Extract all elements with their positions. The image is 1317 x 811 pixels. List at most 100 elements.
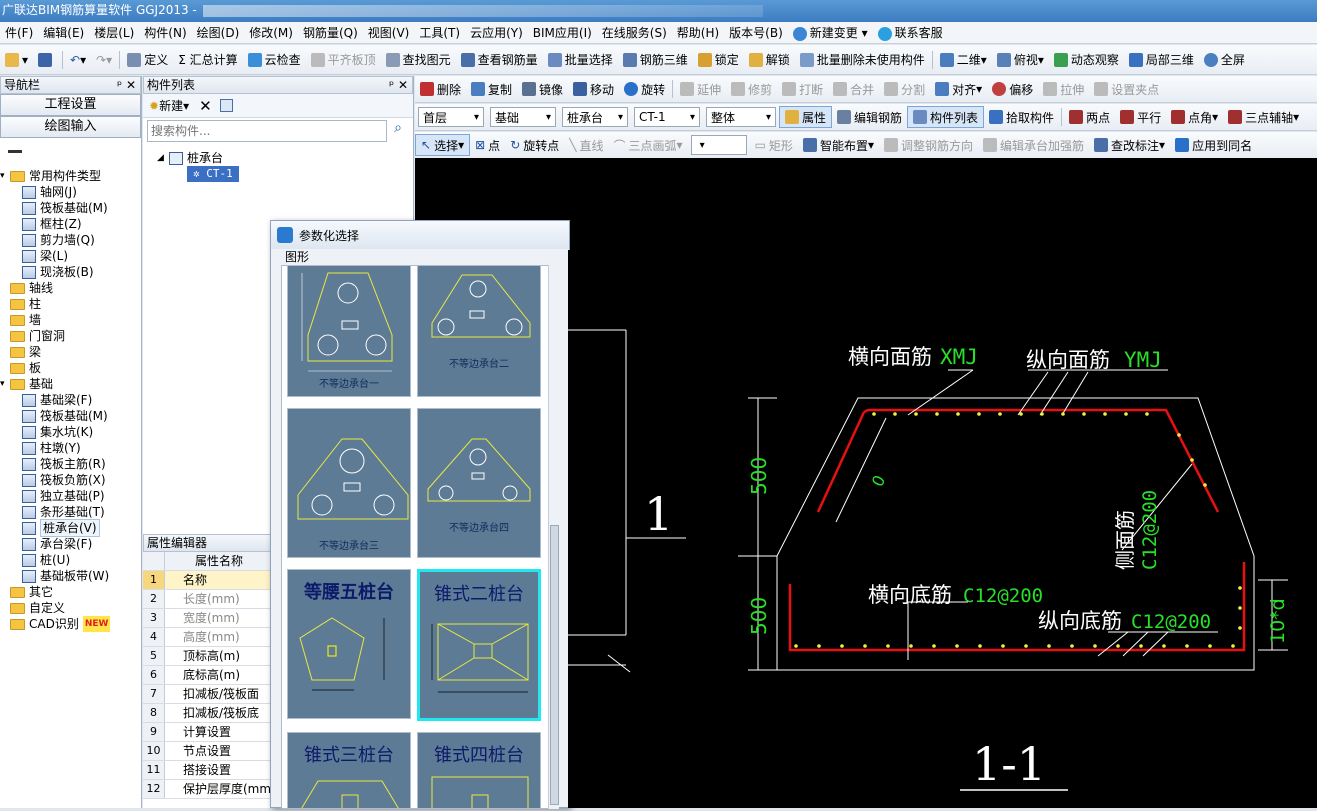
- point-button[interactable]: ⊠ 点: [470, 134, 505, 156]
- nav-item-pile[interactable]: 桩(U): [0, 552, 141, 568]
- nav-item-raft-main-rebar[interactable]: 筏板主筋(R): [0, 456, 141, 472]
- menu-contact[interactable]: 联系客服: [873, 24, 948, 41]
- break-button[interactable]: 打断: [777, 78, 828, 100]
- nav-folder-openings[interactable]: 门窗洞: [0, 328, 141, 344]
- nav-folder-slab[interactable]: 板: [0, 360, 141, 376]
- nav-item-foundation-strip[interactable]: 基础板带(W): [0, 568, 141, 584]
- extend-button[interactable]: 延伸: [675, 78, 726, 100]
- apply-same-name-button[interactable]: 应用到同名: [1170, 134, 1257, 156]
- property-row[interactable]: 1 名称: [143, 571, 271, 590]
- component-list-button[interactable]: 构件列表: [907, 106, 985, 128]
- tree-node-pile-cap[interactable]: ◢ 桩承台: [157, 150, 413, 166]
- lock-button[interactable]: 锁定: [693, 49, 744, 71]
- set-grip-button[interactable]: 设置夹点: [1089, 78, 1164, 100]
- find-element-button[interactable]: 查找图元: [381, 49, 456, 71]
- parallel-button[interactable]: 平行: [1115, 106, 1166, 128]
- point-angle-button[interactable]: 点角 ▾: [1166, 106, 1223, 128]
- view-rebar-qty-button[interactable]: 查看钢筋量: [456, 49, 543, 71]
- nav-item-frame-column[interactable]: 框柱(Z): [0, 216, 141, 232]
- unlock-button[interactable]: 解锁: [744, 49, 795, 71]
- two-points-button[interactable]: 两点: [1064, 106, 1115, 128]
- menu-edit[interactable]: 编辑(E): [38, 24, 89, 41]
- trim-button[interactable]: 修剪: [726, 78, 777, 100]
- rebar-3d-button[interactable]: 钢筋三维: [618, 49, 693, 71]
- type-select[interactable]: 桩承台: [562, 107, 628, 127]
- smart-layout-button[interactable]: 智能布置 ▾: [798, 134, 879, 156]
- shape-thumb-cone-two-pile[interactable]: 锥式二桩台: [417, 569, 541, 721]
- property-row[interactable]: 2 长度(mm): [143, 590, 271, 609]
- shape-thumb-uneven-cap-4[interactable]: 不等边承台四: [417, 408, 541, 558]
- project-settings-button[interactable]: 工程设置: [0, 94, 141, 116]
- menu-cloud[interactable]: 云应用(Y): [465, 24, 528, 41]
- offset-button[interactable]: 偏移: [987, 78, 1038, 100]
- nav-folder-wall[interactable]: 墙: [0, 312, 141, 328]
- new-component-button[interactable]: ✹新建▾: [149, 97, 189, 114]
- nav-item-axis-grid[interactable]: 轴网(J): [0, 184, 141, 200]
- nav-item-isolated-footing[interactable]: 独立基础(P): [0, 488, 141, 504]
- nav-item-raft-foundation-2[interactable]: 筏板基础(M): [0, 408, 141, 424]
- nav-folder-beam[interactable]: 梁: [0, 344, 141, 360]
- property-row[interactable]: 11 搭接设置: [143, 761, 271, 780]
- align-button[interactable]: 对齐 ▾: [930, 78, 987, 100]
- nav-folder-other[interactable]: 其它: [0, 584, 141, 600]
- menu-help[interactable]: 帮助(H): [672, 24, 724, 41]
- property-row[interactable]: 9 计算设置: [143, 723, 271, 742]
- arc-option-select[interactable]: [690, 135, 747, 155]
- property-row[interactable]: 3 宽度(mm): [143, 609, 271, 628]
- properties-button[interactable]: 属性: [779, 106, 833, 128]
- property-row[interactable]: 8 扣减板/筏板底: [143, 704, 271, 723]
- gallery-scrollbar[interactable]: [548, 265, 559, 809]
- nav-item-column-pier[interactable]: 柱墩(Y): [0, 440, 141, 456]
- menu-bim[interactable]: BIM应用(I): [528, 24, 597, 41]
- shape-thumb-cone-three-pile[interactable]: 锥式三桩台: [287, 732, 411, 808]
- mirror-button[interactable]: 镜像: [517, 78, 568, 100]
- menu-floor[interactable]: 楼层(L): [89, 24, 139, 41]
- nav-item-shear-wall[interactable]: 剪力墙(Q): [0, 232, 141, 248]
- view-2d-button[interactable]: 二维 ▾: [935, 49, 992, 71]
- nav-folder-cad[interactable]: CAD识别 NEW: [0, 616, 141, 632]
- menu-version[interactable]: 版本号(B): [724, 24, 788, 41]
- nav-item-sump-pit[interactable]: 集水坑(K): [0, 424, 141, 440]
- nav-folder-custom[interactable]: 自定义: [0, 600, 141, 616]
- fullscreen-button[interactable]: 全屏: [1199, 49, 1250, 71]
- property-row[interactable]: 7 扣减板/筏板面: [143, 685, 271, 704]
- align-slab-top-button[interactable]: 平齐板顶: [306, 49, 381, 71]
- nav-item-cast-slab[interactable]: 现浇板(B): [0, 264, 141, 280]
- define-button[interactable]: 定义: [122, 49, 173, 71]
- shape-thumb-uneven-cap-2[interactable]: 不等边承台二: [417, 266, 541, 397]
- undo-button[interactable]: ↶ ▾: [65, 49, 91, 71]
- merge-button[interactable]: 合并: [828, 78, 879, 100]
- nav-item-raft-neg-rebar[interactable]: 筏板负筋(X): [0, 472, 141, 488]
- three-point-arc-button[interactable]: ⌒ 三点画弧 ▾: [609, 134, 688, 156]
- nav-item-pile-cap[interactable]: 桩承台(V): [0, 519, 141, 537]
- search-icon[interactable]: ⌕: [387, 120, 409, 142]
- stretch-button[interactable]: 拉伸: [1038, 78, 1089, 100]
- nav-item-raft-foundation[interactable]: 筏板基础(M): [0, 200, 141, 216]
- check-annotation-button[interactable]: 查改标注 ▾: [1089, 134, 1170, 156]
- three-point-axis-button[interactable]: 三点辅轴 ▾: [1223, 106, 1304, 128]
- scope-select[interactable]: 整体: [706, 107, 776, 127]
- tree-node-ct1[interactable]: ✲ CT-1: [157, 166, 413, 182]
- adjust-rebar-dir-button[interactable]: 调整钢筋方向: [879, 134, 978, 156]
- shape-thumb-uneven-cap-3[interactable]: 不等边承台三: [287, 408, 411, 558]
- nav-item-strip-footing[interactable]: 条形基础(T): [0, 504, 141, 520]
- batch-delete-unused-button[interactable]: 批量删除未使用构件: [795, 49, 930, 71]
- save-button[interactable]: [33, 49, 60, 71]
- nav-folder-column[interactable]: 柱: [0, 296, 141, 312]
- component-search-input[interactable]: [147, 120, 387, 142]
- menu-view[interactable]: 视图(V): [363, 24, 415, 41]
- component-select[interactable]: CT-1: [634, 107, 700, 127]
- property-row[interactable]: 12 保护层厚度(mm: [143, 780, 271, 799]
- select-button[interactable]: ↖ 选择 ▾: [415, 134, 471, 156]
- menu-component[interactable]: 构件(N): [139, 24, 191, 41]
- nav-item-beam[interactable]: 梁(L): [0, 248, 141, 264]
- line-button[interactable]: ╲ 直线: [564, 134, 608, 156]
- menu-online[interactable]: 在线服务(S): [597, 24, 672, 41]
- batch-select-button[interactable]: 批量选择: [543, 49, 618, 71]
- menu-draw[interactable]: 绘图(D): [192, 24, 245, 41]
- cloud-check-button[interactable]: 云检查: [243, 49, 306, 71]
- nav-item-cap-beam[interactable]: 承台梁(F): [0, 536, 141, 552]
- rectangle-button[interactable]: ▭ 矩形: [750, 134, 798, 156]
- gallery-scroll-thumb[interactable]: [550, 525, 559, 805]
- category-select[interactable]: 基础: [490, 107, 556, 127]
